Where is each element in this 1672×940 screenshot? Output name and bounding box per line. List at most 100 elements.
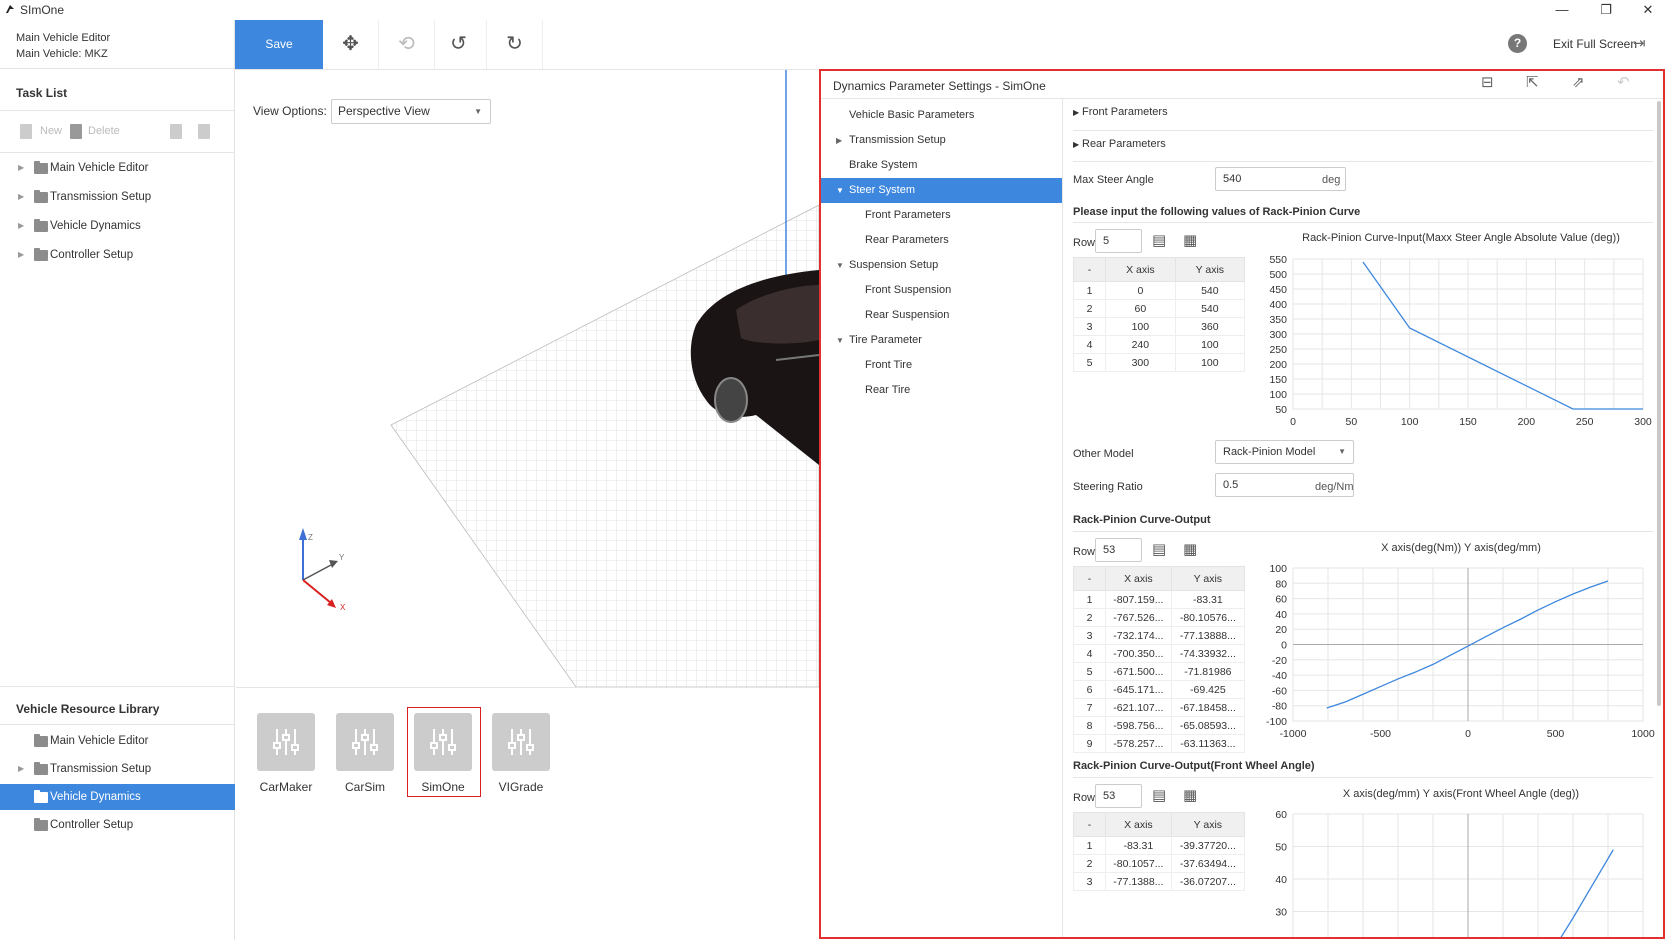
series-line bbox=[1362, 261, 1643, 410]
restore-button[interactable]: ❐ bbox=[1586, 0, 1626, 20]
undo-icon[interactable]: ↺ bbox=[431, 20, 487, 69]
minimize-button[interactable]: — bbox=[1542, 0, 1582, 20]
nav-brake-system[interactable]: Brake System bbox=[821, 153, 1062, 178]
x-tick-label: 0 bbox=[1465, 728, 1471, 740]
table-row[interactable]: 4 240 100 bbox=[1073, 335, 1246, 354]
exit-fullscreen-button[interactable]: Exit Full Screen bbox=[1553, 37, 1637, 51]
clear-icon[interactable] bbox=[198, 124, 210, 139]
table-row[interactable]: 3 100 360 bbox=[1073, 317, 1246, 336]
collapse-arrow-icon[interactable]: ▼ bbox=[836, 178, 844, 203]
new-task-icon[interactable] bbox=[20, 124, 32, 139]
divider bbox=[1073, 161, 1653, 162]
open-external-icon[interactable]: ⇗ bbox=[1572, 73, 1585, 91]
library-item-vehicle-dynamics[interactable]: Vehicle Dynamics bbox=[0, 784, 235, 810]
table-row[interactable]: 1 -83.31 -39.37720... bbox=[1073, 836, 1246, 855]
expand-arrow-icon[interactable]: ▶ bbox=[18, 213, 24, 239]
import-table-icon[interactable]: ▤ bbox=[1152, 231, 1166, 249]
move-icon[interactable]: ✥ bbox=[323, 20, 379, 69]
table-row[interactable]: 8 -598.756... -65.08593... bbox=[1073, 716, 1246, 735]
carsim-card[interactable] bbox=[336, 713, 394, 771]
vigrade-label[interactable]: VIGrade bbox=[482, 780, 560, 794]
simone-label[interactable]: SimOne bbox=[404, 780, 482, 794]
undo-icon[interactable]: ↶ bbox=[1617, 73, 1630, 91]
import-table-icon[interactable]: ▤ bbox=[1152, 540, 1166, 558]
table-row[interactable]: 4 -700.350... -74.33932... bbox=[1073, 644, 1246, 663]
library-item-label: Vehicle Dynamics bbox=[50, 791, 141, 803]
trash-icon[interactable] bbox=[170, 124, 182, 139]
view-options-select[interactable]: Perspective View ▼ bbox=[331, 99, 491, 124]
exit-fullscreen-icon[interactable]: ⇥ bbox=[1633, 34, 1646, 52]
carmaker-label[interactable]: CarMaker bbox=[247, 780, 325, 794]
carsim-label[interactable]: CarSim bbox=[326, 780, 404, 794]
nav-tire-parameter[interactable]: ▼ Tire Parameter bbox=[821, 328, 1062, 353]
expand-arrow-icon[interactable]: ▶ bbox=[18, 242, 24, 268]
table-row[interactable]: 2 60 540 bbox=[1073, 299, 1246, 318]
table-row[interactable]: 2 -767.526... -80.10576... bbox=[1073, 608, 1246, 627]
task-item-main-vehicle-editor[interactable]: ▶ Main Vehicle Editor bbox=[0, 155, 235, 181]
task-item-transmission-setup[interactable]: ▶ Transmission Setup bbox=[0, 184, 235, 210]
help-icon[interactable]: ? bbox=[1508, 34, 1527, 53]
front-parameters-toggle[interactable]: Front Parameters bbox=[1082, 106, 1168, 118]
expand-arrow-icon[interactable]: ▶ bbox=[1073, 108, 1079, 117]
close-button[interactable]: ✕ bbox=[1628, 0, 1668, 20]
dialog-scrollbar[interactable] bbox=[1657, 101, 1661, 706]
new-task-button[interactable]: New bbox=[40, 125, 62, 137]
save-button[interactable]: Save bbox=[235, 20, 323, 69]
table-row[interactable]: 5 300 100 bbox=[1073, 353, 1246, 372]
carmaker-card[interactable] bbox=[257, 713, 315, 771]
reset-view-icon[interactable]: ⟲ bbox=[379, 20, 435, 69]
expand-arrow-icon[interactable]: ▶ bbox=[1073, 140, 1079, 149]
y-tick-label: 50 bbox=[1275, 842, 1287, 854]
library-item-main-vehicle-editor[interactable]: Main Vehicle Editor bbox=[0, 728, 235, 754]
app-title: SImOne bbox=[20, 3, 65, 17]
edit-table-icon[interactable]: ▦ bbox=[1183, 231, 1197, 249]
delete-task-icon[interactable] bbox=[70, 124, 82, 139]
task-item-vehicle-dynamics[interactable]: ▶ Vehicle Dynamics bbox=[0, 213, 235, 239]
edit-table-icon[interactable]: ▦ bbox=[1183, 540, 1197, 558]
nav-transmission-setup[interactable]: ▶ Transmission Setup bbox=[821, 128, 1062, 153]
nav-front-suspension[interactable]: Front Suspension bbox=[821, 278, 1062, 303]
table-row[interactable]: 5 -671.500... -71.81986 bbox=[1073, 662, 1246, 681]
rack-pinion-output-heading: Rack-Pinion Curve-Output bbox=[1073, 514, 1211, 526]
task-item-controller-setup[interactable]: ▶ Controller Setup bbox=[0, 242, 235, 268]
nav-rear-suspension[interactable]: Rear Suspension bbox=[821, 303, 1062, 328]
table-row[interactable]: 9 -578.257... -63.11363... bbox=[1073, 734, 1246, 753]
nav-suspension-setup[interactable]: ▼ Suspension Setup bbox=[821, 253, 1062, 278]
expand-arrow-icon[interactable]: ▶ bbox=[18, 155, 24, 181]
expand-arrow-icon[interactable]: ▶ bbox=[18, 184, 24, 210]
vigrade-card[interactable] bbox=[492, 713, 550, 771]
nav-rear-tire[interactable]: Rear Tire bbox=[821, 378, 1062, 403]
table-row[interactable]: 2 -80.1057... -37.63494... bbox=[1073, 854, 1246, 873]
table-row[interactable]: 1 0 540 bbox=[1073, 281, 1246, 300]
import-table-icon[interactable]: ▤ bbox=[1152, 786, 1166, 804]
row-count-input[interactable]: 5 bbox=[1095, 229, 1142, 253]
row-count-input[interactable]: 53 bbox=[1095, 538, 1142, 562]
collapse-arrow-icon[interactable]: ▼ bbox=[836, 253, 844, 278]
table-row[interactable]: 3 -732.174... -77.13888... bbox=[1073, 626, 1246, 645]
export-icon[interactable]: ⇱ bbox=[1526, 73, 1539, 91]
rear-parameters-toggle[interactable]: Rear Parameters bbox=[1082, 138, 1166, 150]
nav-vehicle-basic-parameters[interactable]: Vehicle Basic Parameters bbox=[821, 103, 1062, 128]
expand-arrow-icon[interactable]: ▶ bbox=[18, 756, 24, 782]
delete-task-button[interactable]: Delete bbox=[88, 125, 120, 137]
table-row[interactable]: 3 -77.1388... -36.07207... bbox=[1073, 872, 1246, 891]
expand-arrow-icon[interactable]: ▶ bbox=[836, 128, 842, 153]
y-tick-label: -40 bbox=[1272, 670, 1287, 682]
redo-icon[interactable]: ↻ bbox=[487, 20, 543, 69]
nav-steer-system[interactable]: ▼ Steer System bbox=[821, 178, 1062, 203]
nav-rear-parameters[interactable]: Rear Parameters bbox=[821, 228, 1062, 253]
edit-table-icon[interactable]: ▦ bbox=[1183, 786, 1197, 804]
table-row[interactable]: 1 -807.159... -83.31 bbox=[1073, 590, 1246, 609]
nav-front-tire[interactable]: Front Tire bbox=[821, 353, 1062, 378]
table-row[interactable]: 7 -621.107... -67.18458... bbox=[1073, 698, 1246, 717]
nav-front-parameters[interactable]: Front Parameters bbox=[821, 203, 1062, 228]
collapse-arrow-icon[interactable]: ▼ bbox=[836, 328, 844, 353]
row-count-input[interactable]: 53 bbox=[1095, 784, 1142, 808]
library-item-transmission-setup[interactable]: ▶ Transmission Setup bbox=[0, 756, 235, 782]
table-row[interactable]: 6 -645.171... -69.425 bbox=[1073, 680, 1246, 699]
3d-viewport[interactable]: Z Y X bbox=[236, 70, 819, 687]
other-model-select[interactable]: Rack-Pinion Model ▼ bbox=[1215, 440, 1354, 464]
y-tick-label: 100 bbox=[1269, 389, 1287, 401]
minimize-panel-icon[interactable]: ⊟ bbox=[1481, 73, 1494, 91]
library-item-controller-setup[interactable]: Controller Setup bbox=[0, 812, 235, 838]
